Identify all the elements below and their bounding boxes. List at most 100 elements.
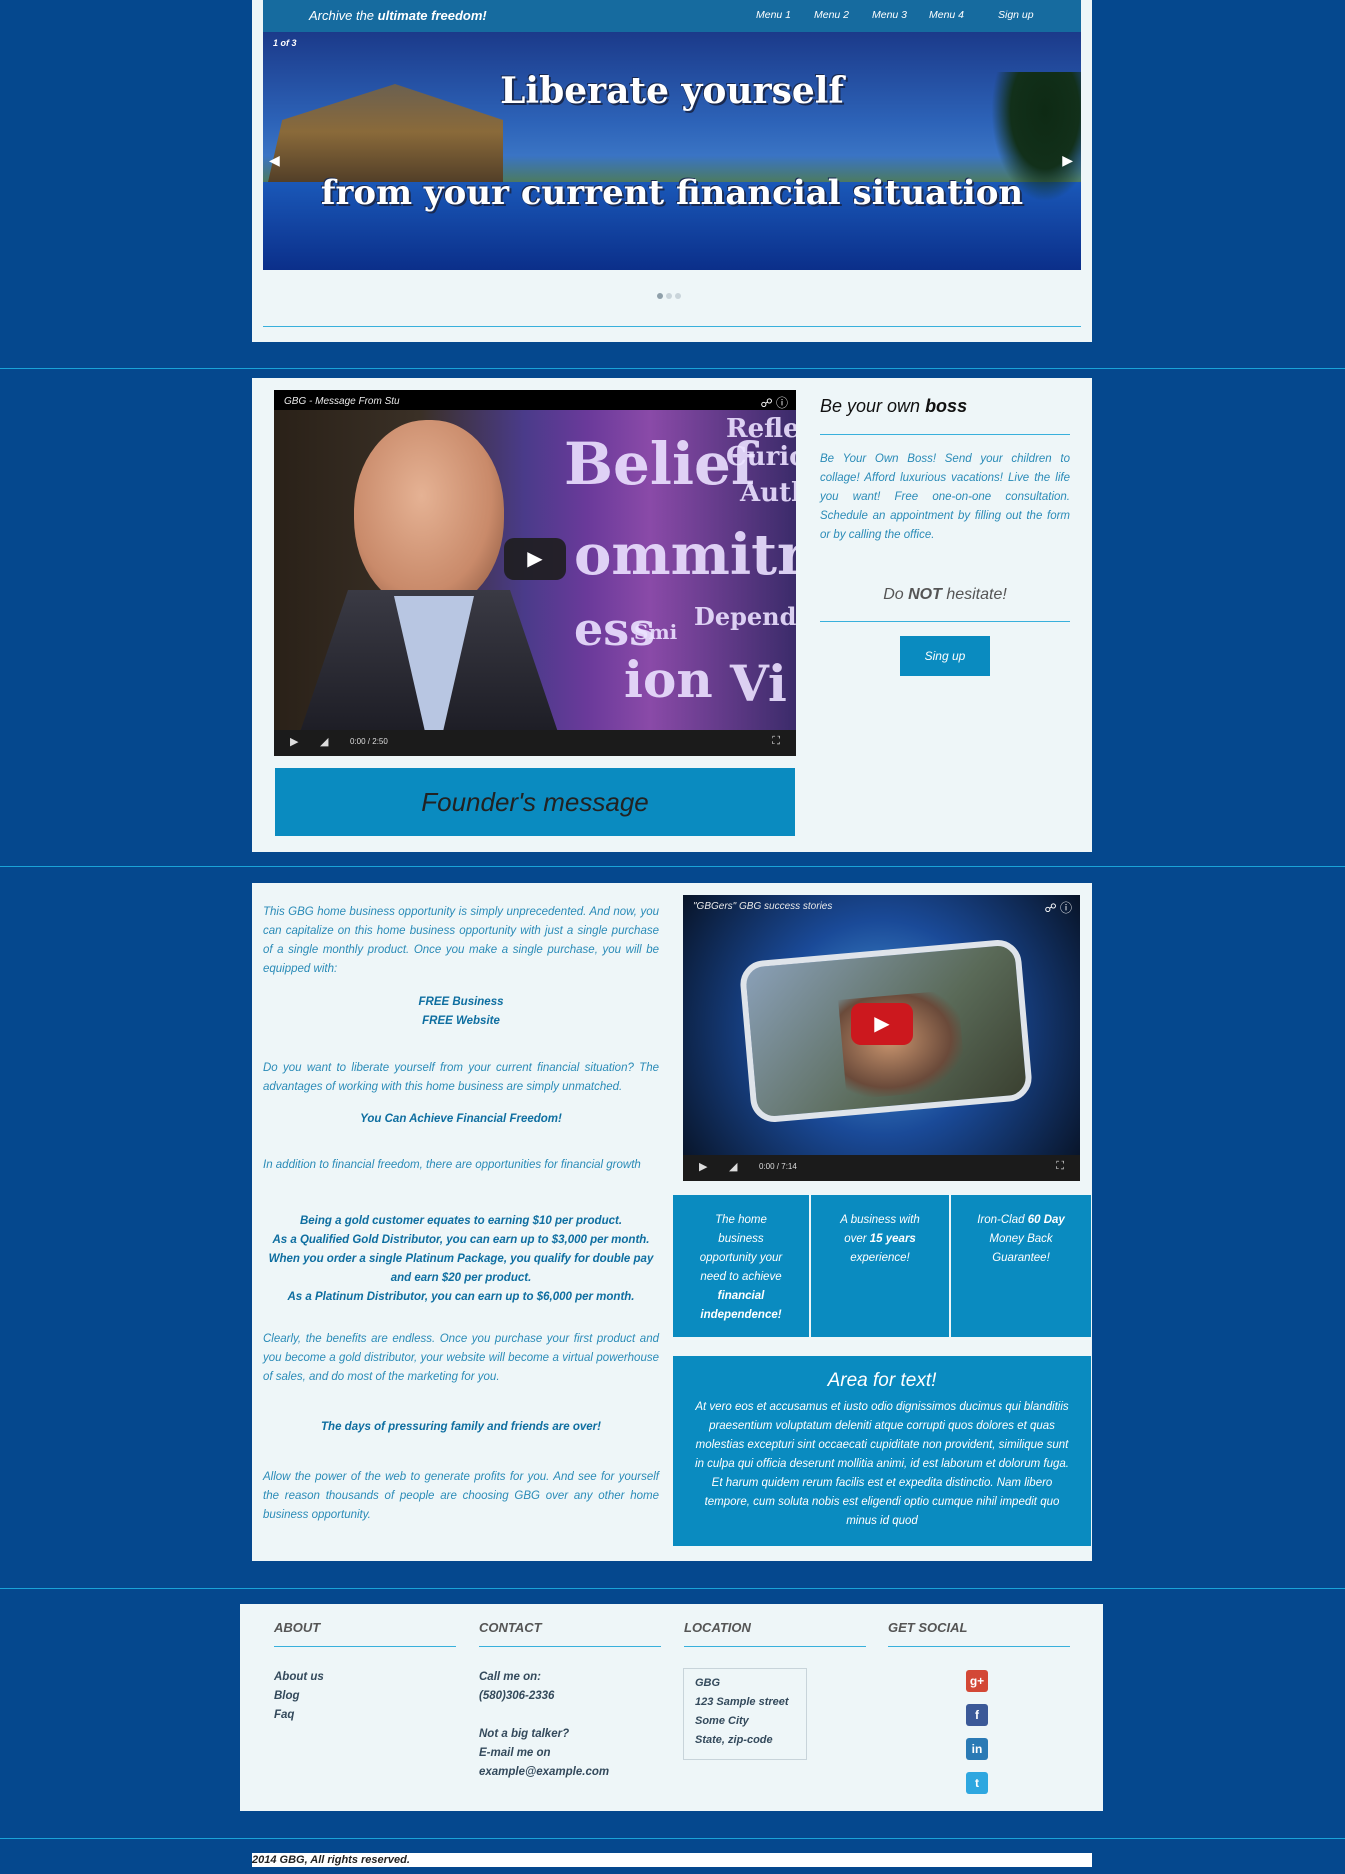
- slider-dot[interactable]: [657, 293, 663, 299]
- founder-video-player[interactable]: Belief Reflec Curiosi Auth ommitr Depend…: [274, 390, 796, 756]
- feature-box-experience: A business with over 15 years experience…: [811, 1195, 949, 1337]
- address-line: GBG: [695, 1677, 721, 1689]
- next-arrow-icon[interactable]: ▶: [1062, 152, 1073, 169]
- footer-about: ABOUT: [274, 1620, 456, 1635]
- slide-headline-1: Liberate yourself: [500, 70, 844, 112]
- facebook-icon[interactable]: f: [966, 1704, 988, 1726]
- video-word: Dependa: [694, 602, 796, 631]
- boss-description: Be Your Own Boss! Send your children to …: [820, 453, 1070, 541]
- video-speaker: [354, 420, 504, 610]
- slider-dots: [657, 286, 684, 304]
- heading-divider: [820, 434, 1070, 435]
- boss-heading: Be your own boss: [820, 396, 968, 416]
- free-business: FREE Business: [418, 996, 504, 1008]
- video-word: Auth: [740, 478, 796, 508]
- talker-label: Not a big talker?: [479, 1728, 570, 1740]
- video-controls: ▶ ◢ 0:00 / 7:14 ⛶: [683, 1155, 1080, 1181]
- footer-link-about[interactable]: About us: [274, 1668, 324, 1687]
- freedom-callout: You Can Achieve Financial Freedom!: [360, 1113, 562, 1125]
- video-word: ommitr: [574, 522, 796, 588]
- nav-menu-2[interactable]: Menu 2: [814, 9, 849, 21]
- call-label: Call me on:: [479, 1671, 541, 1683]
- hesitate-text: Do NOT hesitate!: [883, 586, 1007, 603]
- earnings-line: Being a gold customer equates to earning…: [299, 1215, 623, 1227]
- video-title[interactable]: "GBGers" GBG success stories: [693, 901, 832, 912]
- twitter-icon[interactable]: t: [966, 1772, 988, 1794]
- copyright-notice: 2014 GBG, All rights reserved.: [252, 1853, 1092, 1867]
- hero-slider[interactable]: 1 of 3 Liberate yourself from your curre…: [263, 32, 1081, 270]
- video-word: Smi: [634, 620, 678, 644]
- email-label: E-mail me on: [479, 1747, 551, 1759]
- address-line: 123 Sample street: [695, 1696, 789, 1708]
- founders-message-banner[interactable]: Founder's message: [275, 768, 795, 836]
- text-area-title: Area for text!: [827, 1370, 937, 1391]
- success-stories-video-player[interactable]: "GBGers" GBG success stories ☍ ⓘ ▶ ▶ ◢ 0…: [683, 895, 1080, 1181]
- header-panel: Archive the ultimate freedom! Menu 1 Men…: [252, 0, 1092, 342]
- footer-divider: [274, 1646, 456, 1647]
- intro-panel: Belief Reflec Curiosi Auth ommitr Depend…: [252, 378, 1092, 852]
- details-panel: This GBG home business opportunity is si…: [252, 883, 1092, 1561]
- prev-arrow-icon[interactable]: ◀: [269, 152, 280, 169]
- footer-link-blog[interactable]: Blog: [274, 1687, 300, 1706]
- earnings-line: When you order a single Platinum Package…: [268, 1253, 654, 1284]
- footer-social: GET SOCIAL: [888, 1620, 1070, 1635]
- feature-box-independence: The home business opportunity your need …: [673, 1195, 809, 1337]
- video-controls: ▶ ◢ 0:00 / 2:50 ⛶: [274, 730, 796, 756]
- video-word: Vi: [730, 654, 787, 713]
- footer-about-heading: ABOUT: [274, 1620, 321, 1635]
- play-button-icon[interactable]: ▶: [504, 538, 566, 580]
- footer-contact-heading: CONTACT: [479, 1620, 542, 1635]
- volume-icon[interactable]: ◢: [729, 1160, 737, 1173]
- earnings-line: As a Platinum Distributor, you can earn …: [287, 1291, 635, 1303]
- slider-dot[interactable]: [666, 293, 672, 299]
- share-info-icons[interactable]: ☍ ⓘ: [761, 394, 789, 411]
- intro-paragraph: This GBG home business opportunity is si…: [263, 906, 659, 975]
- email-link[interactable]: example@example.com: [479, 1763, 609, 1782]
- fullscreen-icon[interactable]: ⛶: [1056, 1160, 1064, 1173]
- phone-number[interactable]: (580)306-2336: [479, 1687, 554, 1706]
- address-line: State, zip-code: [695, 1734, 773, 1746]
- section-divider: [0, 866, 1345, 867]
- address-line: Some City: [695, 1715, 749, 1727]
- section-divider: [0, 368, 1345, 369]
- google-plus-icon[interactable]: g+: [966, 1670, 988, 1692]
- closing-paragraph: Allow the power of the web to generate p…: [263, 1471, 659, 1521]
- volume-icon[interactable]: ◢: [320, 735, 328, 748]
- free-website: FREE Website: [422, 1015, 500, 1027]
- video-word: ion: [624, 650, 713, 709]
- feature-box-guarantee: Iron-Clad 60 Day Money Back Guarantee!: [951, 1195, 1091, 1337]
- linkedin-icon[interactable]: in: [966, 1738, 988, 1760]
- nav-menu-4[interactable]: Menu 4: [929, 9, 964, 21]
- footer-link-faq[interactable]: Faq: [274, 1706, 294, 1725]
- brand-tagline[interactable]: Archive the ultimate freedom!: [309, 8, 487, 23]
- nav-menu-1[interactable]: Menu 1: [756, 9, 791, 21]
- footer-location: LOCATION: [684, 1620, 866, 1635]
- footer-social-heading: GET SOCIAL: [888, 1620, 968, 1635]
- fullscreen-icon[interactable]: ⛶: [772, 735, 780, 748]
- nav-sign-up[interactable]: Sign up: [998, 9, 1034, 21]
- text-area-box: Area for text! At vero eos et accusamus …: [673, 1356, 1091, 1546]
- video-time: 0:00 / 7:14: [759, 1162, 797, 1171]
- footer-panel: ABOUT About us Blog Faq CONTACT Call me …: [240, 1604, 1103, 1811]
- section-divider: [0, 1838, 1345, 1839]
- footer-divider: [888, 1646, 1070, 1647]
- footer-location-heading: LOCATION: [684, 1620, 751, 1635]
- share-info-icons[interactable]: ☍ ⓘ: [1045, 899, 1073, 916]
- footer-contact: CONTACT: [479, 1620, 661, 1635]
- slide-headline-2: from your current financial situation: [320, 173, 1024, 213]
- play-button-icon[interactable]: ▶: [851, 1003, 913, 1045]
- header-divider: [263, 326, 1081, 327]
- nav-menu-3[interactable]: Menu 3: [872, 9, 907, 21]
- video-word: Curiosi: [726, 442, 796, 472]
- question-paragraph: Do you want to liberate yourself from yo…: [263, 1062, 659, 1093]
- days-over-callout: The days of pressuring family and friend…: [321, 1421, 601, 1433]
- top-nav-bar: Archive the ultimate freedom! Menu 1 Men…: [263, 0, 1081, 32]
- sign-up-button[interactable]: Sing up: [900, 636, 990, 676]
- growth-paragraph: In addition to financial freedom, there …: [263, 1159, 641, 1171]
- video-title[interactable]: GBG - Message From Stu: [284, 396, 400, 407]
- play-icon[interactable]: ▶: [699, 1160, 707, 1173]
- slider-dot[interactable]: [675, 293, 681, 299]
- section-divider: [0, 1588, 1345, 1589]
- play-icon[interactable]: ▶: [290, 735, 298, 748]
- footer-divider: [684, 1646, 866, 1647]
